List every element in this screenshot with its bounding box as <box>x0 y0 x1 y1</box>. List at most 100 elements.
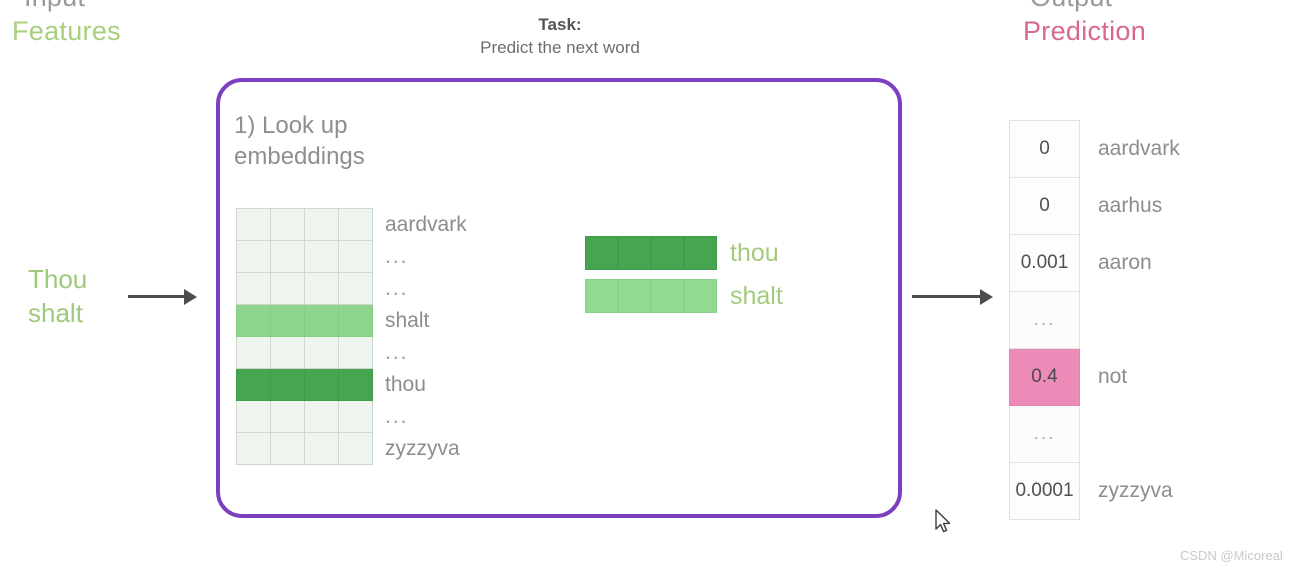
task-subtitle: Predict the next word <box>480 38 640 57</box>
matrix-cell <box>270 432 305 465</box>
matrix-cell <box>338 400 373 433</box>
watermark: CSDN @Micoreal <box>1180 548 1283 563</box>
matrix-cell <box>236 368 271 401</box>
table-row: ... <box>1009 291 1181 349</box>
prediction-word: not <box>1098 365 1128 388</box>
features-label: Features <box>12 16 121 46</box>
matrix-row-label: ... <box>385 245 409 268</box>
matrix-row-label: zyzzyva <box>385 437 460 460</box>
task-title: Task: <box>538 15 582 34</box>
prediction-value: 0 <box>1009 177 1080 235</box>
table-row-thou: thou <box>236 368 468 401</box>
embedding-label-shalt: shalt <box>730 281 783 310</box>
embedding-segment <box>651 279 684 313</box>
matrix-cell <box>304 432 339 465</box>
matrix-row-label: ... <box>385 277 409 300</box>
matrix-cell <box>338 272 373 305</box>
matrix-cell <box>304 336 339 369</box>
prediction-value: 0.4 <box>1009 348 1080 406</box>
matrix-cell <box>304 272 339 305</box>
prediction-value: 0 <box>1009 120 1080 178</box>
prediction-value: 0.001 <box>1009 234 1080 292</box>
matrix-cell <box>304 400 339 433</box>
table-row: zyzzyva <box>236 432 468 465</box>
matrix-cell <box>338 240 373 273</box>
matrix-cell <box>236 240 271 273</box>
matrix-cell <box>338 336 373 369</box>
embedding-bar-shalt <box>585 279 717 313</box>
table-row: ... <box>236 240 468 273</box>
matrix-cell <box>304 368 339 401</box>
matrix-row-label: thou <box>385 373 426 396</box>
embedding-row-shalt: shalt <box>585 279 783 313</box>
matrix-cell <box>270 272 305 305</box>
matrix-cell <box>270 336 305 369</box>
matrix-cell <box>270 208 305 241</box>
matrix-row-label: ... <box>385 341 409 364</box>
output-header-cut: Output <box>1030 0 1112 13</box>
embedding-segment <box>651 236 684 270</box>
matrix-cell <box>236 336 271 369</box>
table-row: 0.001 aaron <box>1009 234 1181 292</box>
table-row: aardvark <box>236 208 468 241</box>
matrix-cell <box>304 208 339 241</box>
table-row: 0.0001 zyzzyva <box>1009 462 1181 520</box>
prediction-label: Prediction <box>1023 16 1147 46</box>
prediction-value: ... <box>1009 291 1080 349</box>
prediction-word: zyzzyva <box>1098 479 1173 502</box>
matrix-cell <box>338 304 373 337</box>
embedding-segment <box>684 279 717 313</box>
matrix-row-label: aardvark <box>385 213 467 236</box>
input-header-cut: Input <box>24 0 85 13</box>
task-block: Task: Predict the next word <box>440 14 680 60</box>
matrix-cell <box>338 432 373 465</box>
prediction-value: 0.0001 <box>1009 462 1080 520</box>
matrix-cell <box>270 240 305 273</box>
prediction-word <box>1080 406 1181 463</box>
matrix-cell <box>236 272 271 305</box>
prediction-table-body: 0 aardvark 0 aarhus 0.001 aaron ... 0.4 … <box>1009 120 1181 520</box>
input-arrow-icon <box>128 288 198 305</box>
matrix-cell <box>236 208 271 241</box>
prediction-table: 0 aardvark 0 aarhus 0.001 aaron ... 0.4 … <box>1009 120 1181 520</box>
prediction-word <box>1080 292 1181 349</box>
matrix-cell <box>236 400 271 433</box>
matrix-cell <box>338 208 373 241</box>
matrix-cell <box>304 304 339 337</box>
embedding-matrix-body: aardvark ... ... shalt ... thou ... zyzz… <box>236 208 468 465</box>
embedding-segment <box>618 236 651 270</box>
embedding-segment <box>585 236 618 270</box>
matrix-cell <box>236 432 271 465</box>
matrix-cell <box>304 240 339 273</box>
table-row: ... <box>236 272 468 305</box>
table-row: ... <box>236 400 468 433</box>
mouse-cursor-icon <box>934 509 954 537</box>
table-row-shalt: shalt <box>236 304 468 337</box>
embedding-segment <box>585 279 618 313</box>
matrix-cell <box>270 368 305 401</box>
table-row: ... <box>1009 405 1181 463</box>
embedding-segment <box>618 279 651 313</box>
matrix-cell <box>338 368 373 401</box>
prediction-value: ... <box>1009 405 1080 463</box>
embedding-bar-thou <box>585 236 717 270</box>
embedding-matrix: aardvark ... ... shalt ... thou ... zyzz… <box>236 208 468 465</box>
prediction-word: aarhus <box>1098 194 1163 217</box>
embedding-label-thou: thou <box>730 238 779 267</box>
table-row: 0 aardvark <box>1009 120 1181 178</box>
step-label: 1) Look up embeddings <box>234 112 365 170</box>
input-words: Thou shalt <box>28 264 88 328</box>
embedding-segment <box>684 236 717 270</box>
prediction-word: aaron <box>1098 251 1152 274</box>
table-row: 0 aarhus <box>1009 177 1181 235</box>
prediction-word: aardvark <box>1098 137 1180 160</box>
matrix-cell <box>270 304 305 337</box>
output-arrow-icon <box>912 288 994 305</box>
diagram-canvas: Input Output Features Prediction Task: P… <box>0 0 1301 571</box>
matrix-row-label: shalt <box>385 309 430 332</box>
extracted-embeddings: thou shalt <box>585 236 783 322</box>
matrix-cell <box>236 304 271 337</box>
matrix-row-label: ... <box>385 405 409 428</box>
embedding-row-thou: thou <box>585 236 783 270</box>
matrix-cell <box>270 400 305 433</box>
